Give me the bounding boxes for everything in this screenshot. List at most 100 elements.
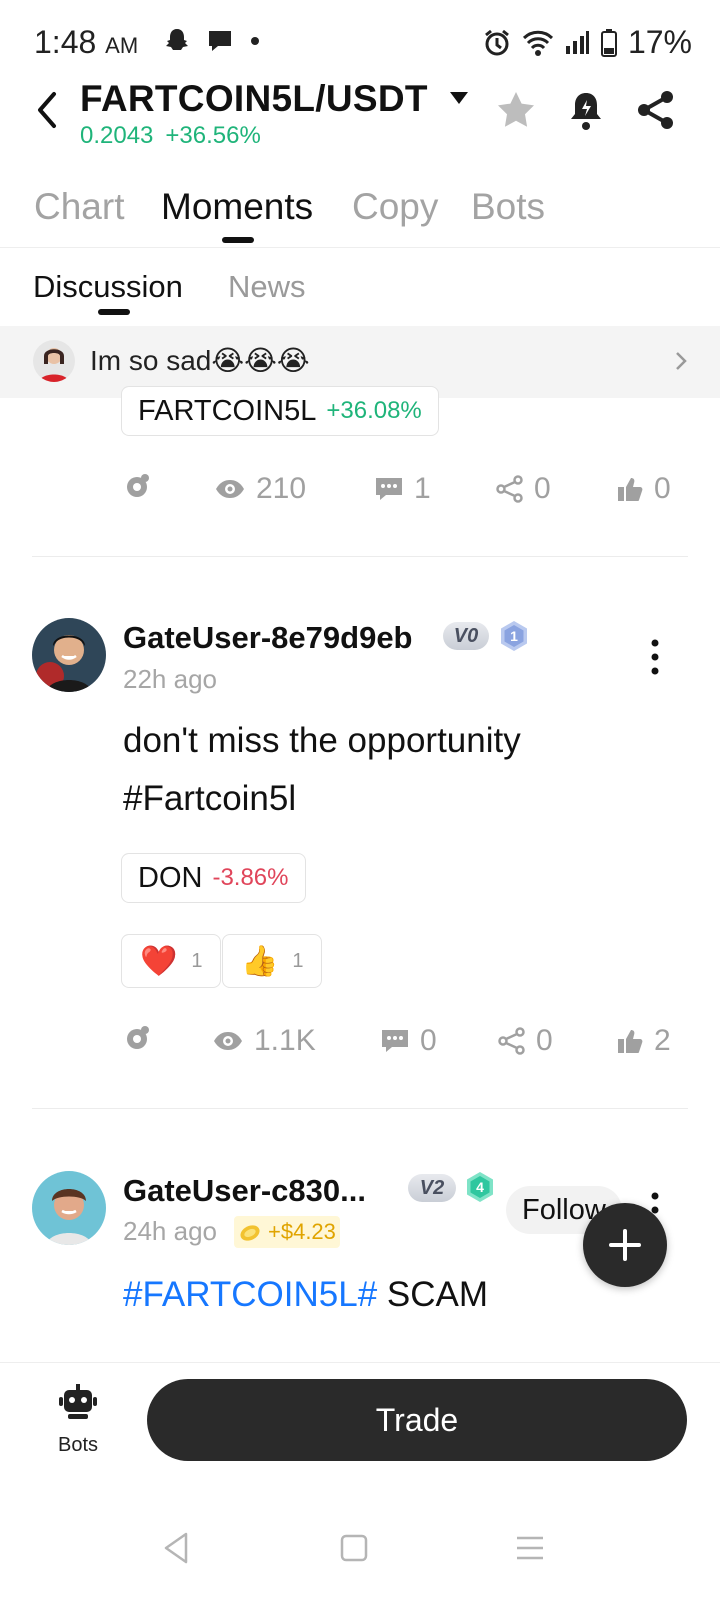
comment-icon [376, 478, 402, 500]
post-time: 22h ago [123, 664, 217, 694]
likes-count: 0 [654, 472, 671, 505]
comment-button[interactable]: 1 [374, 472, 431, 506]
banner-text: Im so sad😭😭😭 [90, 345, 310, 376]
more-options-icon[interactable] [645, 637, 665, 677]
pnl-value: +$4.23 [268, 1219, 336, 1244]
notification-icons [162, 26, 262, 56]
comment-button[interactable]: 0 [380, 1024, 437, 1058]
eye-icon [216, 480, 244, 498]
tab-chart[interactable]: Chart [34, 186, 124, 228]
thumbs-up-icon [618, 478, 643, 501]
comments-count: 1 [414, 472, 431, 505]
heart-emoji: ❤️ [140, 944, 178, 978]
coin-icon [240, 1225, 260, 1241]
post-username[interactable]: GateUser-8e79d9eb [123, 620, 413, 656]
views-stat: 1.1K [212, 1024, 316, 1058]
snapchat-icon [166, 29, 188, 50]
vip-badge: V2 [408, 1174, 456, 1202]
nav-back-icon[interactable] [158, 1528, 198, 1568]
wifi-icon [522, 30, 554, 56]
repost-button[interactable] [124, 472, 152, 500]
price-change: +36.56% [165, 122, 261, 149]
comment-icon [382, 1030, 408, 1052]
alert-bell-icon[interactable] [564, 88, 608, 132]
post-username[interactable]: GateUser-c830... [123, 1173, 366, 1209]
token-change: -3.86% [212, 864, 289, 891]
post-text-hashtag[interactable]: #Fartcoin5l [123, 770, 521, 828]
repost-icon [127, 474, 149, 497]
bottom-action-bar: Bots Trade [0, 1362, 720, 1482]
bots-label: Bots [57, 1434, 99, 1456]
post-text: don't miss the opportunity #Fartcoin5l [123, 712, 521, 828]
status-right: 17% [482, 24, 692, 61]
repost-button[interactable] [124, 1024, 152, 1052]
back-icon[interactable] [30, 88, 66, 132]
status-ampm: AM [105, 33, 139, 58]
token-symbol: DON [138, 861, 203, 894]
token-chip[interactable]: DON -3.86% [121, 853, 306, 903]
token-change: +36.08% [326, 397, 422, 424]
like-button[interactable]: 2 [616, 1024, 671, 1058]
token-symbol: FARTCOIN5L [138, 394, 317, 427]
shares-count: 0 [536, 1024, 553, 1057]
share-icon [496, 475, 523, 503]
nav-recents-icon[interactable] [510, 1528, 550, 1568]
status-clock: 1:48 [34, 24, 97, 60]
post-text-body: SCAM [386, 1275, 489, 1314]
sub-tabs: Discussion News [0, 265, 720, 325]
pair-header: FARTCOIN5L/USDT 0.2043 +36.56% [0, 78, 720, 158]
level-number: 4 [476, 1179, 484, 1195]
status-bar: 1:48 AM 17% [0, 0, 720, 80]
level-badge-icon: 1 [501, 621, 527, 651]
robot-icon [59, 1384, 97, 1419]
trade-button[interactable]: Trade [147, 1379, 687, 1461]
level-number: 1 [510, 628, 518, 644]
battery-percent: 17% [627, 24, 692, 60]
subtab-active-indicator [98, 309, 130, 315]
reaction-count: 1 [292, 949, 304, 972]
views-count: 210 [256, 472, 307, 505]
thumbs-emoji: 👍 [241, 944, 279, 978]
caret-down-icon[interactable] [447, 88, 471, 108]
views-stat: 210 [214, 472, 306, 506]
token-chip[interactable]: FARTCOIN5L +36.08% [121, 386, 439, 436]
subtab-news[interactable]: News [228, 269, 306, 305]
create-post-button[interactable] [583, 1203, 667, 1287]
tab-active-indicator [222, 237, 254, 243]
comments-count: 0 [420, 1024, 437, 1057]
tab-copy[interactable]: Copy [352, 186, 438, 228]
level-badge-icon: 4 [467, 1172, 493, 1202]
subtab-discussion[interactable]: Discussion [33, 269, 183, 305]
tab-bots[interactable]: Bots [471, 186, 545, 228]
pair-title[interactable]: FARTCOIN5L/USDT [80, 78, 428, 120]
share-button[interactable]: 0 [498, 1024, 553, 1058]
main-tabs: Chart Moments Copy Bots [0, 178, 720, 248]
avatar[interactable] [32, 1171, 106, 1245]
like-button[interactable]: 0 [616, 472, 671, 506]
nav-home-icon[interactable] [334, 1528, 374, 1568]
status-time: 1:48 AM [34, 24, 138, 61]
share-button[interactable]: 0 [496, 472, 551, 506]
chevron-right-icon [676, 352, 687, 370]
reaction-heart[interactable]: ❤️ 1 [121, 934, 222, 988]
pnl-tag: +$4.23 [234, 1216, 340, 1248]
plus-icon [609, 1229, 641, 1261]
bots-nav-button[interactable]: Bots [46, 1383, 110, 1457]
post-stats: 210 1 0 0 [0, 472, 720, 512]
views-count: 1.1K [254, 1024, 316, 1057]
star-icon[interactable] [494, 88, 538, 132]
post-stats: 1.1K 0 0 2 [0, 1024, 720, 1064]
avatar [33, 340, 75, 382]
divider [32, 556, 688, 557]
share-icon[interactable] [634, 88, 678, 132]
alarm-icon [485, 29, 509, 55]
tab-moments[interactable]: Moments [161, 186, 313, 228]
post-hashtag[interactable]: #FARTCOIN5L# [123, 1275, 377, 1314]
eye-icon [214, 1032, 242, 1050]
signal-icon [565, 30, 589, 54]
reaction-count: 1 [191, 949, 203, 972]
reaction-thumbs[interactable]: 👍 1 [222, 934, 323, 988]
vip-badge: V0 [443, 622, 489, 650]
avatar[interactable] [32, 618, 106, 692]
battery-icon [600, 28, 617, 57]
